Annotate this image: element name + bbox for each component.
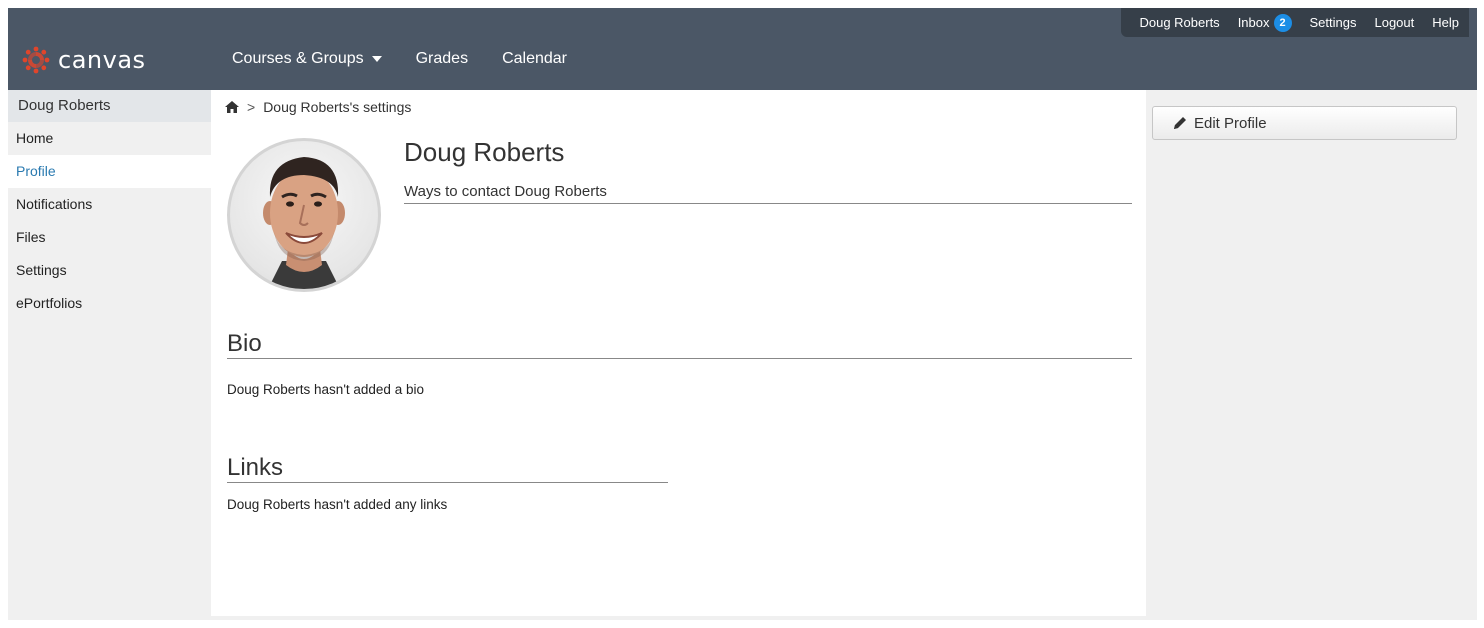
sidebar-item-notifications[interactable]: Notifications bbox=[8, 188, 211, 221]
sidebar-item-home[interactable]: Home bbox=[8, 122, 211, 155]
contact-methods-heading: Ways to contact Doug Roberts bbox=[404, 183, 1132, 204]
pencil-icon bbox=[1174, 117, 1186, 129]
left-sidebar: Doug Roberts Home Profile Notifications … bbox=[8, 90, 211, 320]
home-icon[interactable] bbox=[225, 101, 239, 113]
help-link[interactable]: Help bbox=[1432, 15, 1459, 30]
nav-calendar[interactable]: Calendar bbox=[498, 50, 585, 68]
sidebar-header: Doug Roberts bbox=[8, 90, 211, 122]
settings-link[interactable]: Settings bbox=[1310, 15, 1357, 30]
canvas-logo-icon bbox=[22, 46, 50, 74]
inbox-label: Inbox bbox=[1237, 15, 1270, 30]
sidebar-item-profile[interactable]: Profile bbox=[8, 155, 211, 188]
inbox-link[interactable]: Inbox 2 bbox=[1237, 13, 1292, 32]
main-navigation: Courses & Groups Grades Calendar bbox=[228, 50, 597, 68]
avatar bbox=[227, 138, 381, 292]
sidebar-item-eportfolios[interactable]: ePortfolios bbox=[8, 287, 211, 320]
nav-grades[interactable]: Grades bbox=[412, 50, 486, 68]
user-name-link[interactable]: Doug Roberts bbox=[1139, 15, 1219, 30]
links-text: Doug Roberts hasn't added any links bbox=[227, 497, 448, 512]
chevron-down-icon bbox=[371, 56, 382, 62]
edit-profile-label: Edit Profile bbox=[1194, 114, 1267, 132]
bio-text: Doug Roberts hasn't added a bio bbox=[227, 382, 424, 397]
nav-courses-groups-label: Courses & Groups bbox=[232, 50, 364, 67]
bio-section-title: Bio bbox=[227, 330, 1132, 359]
breadcrumb-separator: > bbox=[247, 99, 256, 115]
breadcrumb: > Doug Roberts's settings bbox=[225, 99, 411, 115]
main-content: > Doug Roberts's settings Doug Roberts W… bbox=[211, 90, 1146, 616]
nav-courses-groups[interactable]: Courses & Groups bbox=[228, 50, 400, 68]
canvas-logo-text: canvas bbox=[58, 46, 146, 74]
logout-link[interactable]: Logout bbox=[1374, 15, 1414, 30]
inbox-count-badge: 2 bbox=[1273, 13, 1292, 32]
breadcrumb-current: Doug Roberts's settings bbox=[263, 99, 412, 115]
global-header: Doug Roberts Inbox 2 Settings Logout Hel… bbox=[8, 8, 1477, 90]
links-section-title: Links bbox=[227, 454, 668, 483]
app-window: Doug Roberts Inbox 2 Settings Logout Hel… bbox=[8, 8, 1477, 620]
profile-name: Doug Roberts bbox=[404, 137, 565, 167]
canvas-logo[interactable]: canvas bbox=[22, 46, 146, 74]
edit-profile-button[interactable]: Edit Profile bbox=[1152, 106, 1457, 140]
avatar-portrait bbox=[263, 157, 345, 289]
sidebar-item-files[interactable]: Files bbox=[8, 221, 211, 254]
top-utility-bar: Doug Roberts Inbox 2 Settings Logout Hel… bbox=[1121, 8, 1469, 37]
sidebar-item-settings[interactable]: Settings bbox=[8, 254, 211, 287]
